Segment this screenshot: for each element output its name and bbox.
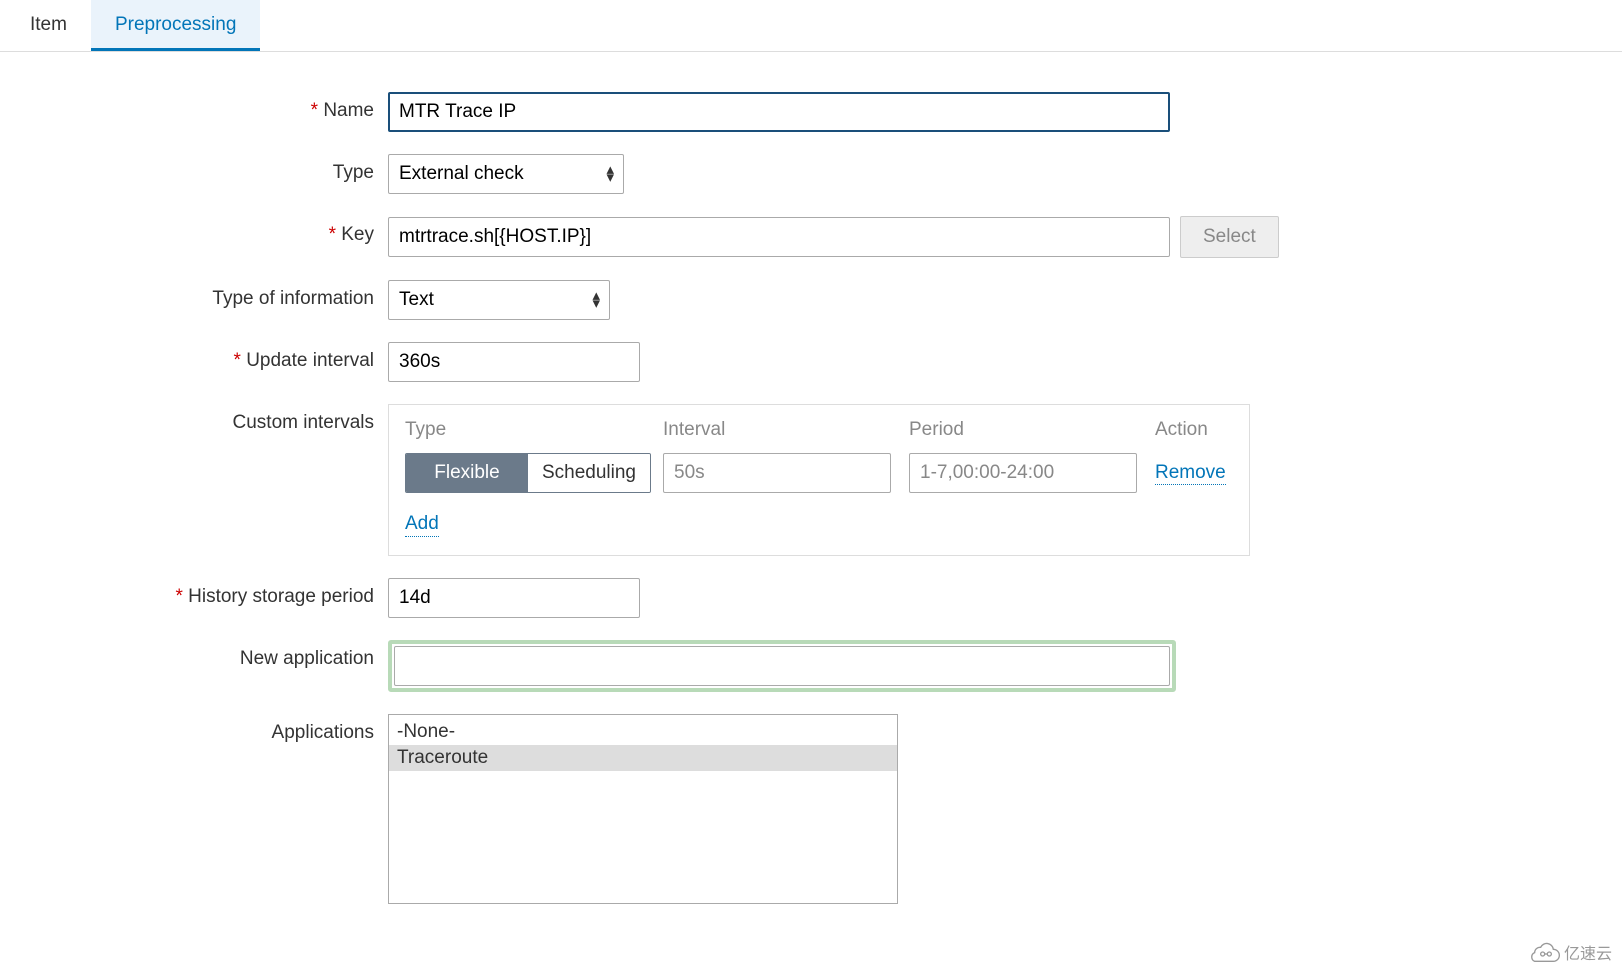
tab-preprocessing[interactable]: Preprocessing <box>91 0 260 51</box>
type-of-info-select[interactable]: ▴▾ <box>388 280 610 320</box>
watermark: 亿速云 <box>1528 940 1612 964</box>
history-input[interactable] <box>388 578 640 618</box>
label-type-of-info: Type of information <box>212 288 374 309</box>
app-option[interactable]: -None- <box>389 719 897 745</box>
type-select-value[interactable] <box>388 154 624 194</box>
label-applications: Applications <box>272 722 374 743</box>
name-input[interactable] <box>388 92 1170 132</box>
type-of-info-value[interactable] <box>388 280 610 320</box>
tab-item[interactable]: Item <box>6 0 91 51</box>
app-option[interactable]: Traceroute <box>389 745 897 771</box>
label-custom-intervals: Custom intervals <box>233 412 375 433</box>
tabs: Item Preprocessing <box>0 0 1622 52</box>
key-input[interactable] <box>388 217 1170 257</box>
ci-header-period: Period <box>909 419 1155 441</box>
new-app-highlight <box>388 640 1176 692</box>
item-form: Name Type ▴▾ Key Select Type of informat… <box>0 52 1622 904</box>
ci-row: Flexible Scheduling Remove <box>405 453 1233 493</box>
type-select[interactable]: ▴▾ <box>388 154 624 194</box>
new-app-input[interactable] <box>394 646 1170 686</box>
label-name: Name <box>311 100 374 121</box>
ci-add-link[interactable]: Add <box>405 513 439 537</box>
ci-period-input[interactable] <box>909 453 1137 493</box>
update-interval-input[interactable] <box>388 342 640 382</box>
custom-intervals-box: Type Interval Period Action Flexible Sch… <box>388 404 1250 556</box>
select-button: Select <box>1180 216 1279 258</box>
applications-list[interactable]: -None-Traceroute <box>388 714 898 904</box>
ci-type-segment[interactable]: Flexible Scheduling <box>405 453 651 493</box>
label-history: History storage period <box>175 586 374 607</box>
label-type: Type <box>333 162 374 183</box>
label-update-interval: Update interval <box>234 350 374 371</box>
cloud-icon <box>1528 942 1560 962</box>
ci-remove-link[interactable]: Remove <box>1155 462 1226 485</box>
seg-flexible[interactable]: Flexible <box>406 454 528 492</box>
ci-header-type: Type <box>405 419 663 441</box>
ci-interval-input[interactable] <box>663 453 891 493</box>
label-new-app: New application <box>240 648 374 669</box>
label-key: Key <box>329 224 374 245</box>
seg-scheduling[interactable]: Scheduling <box>528 454 650 492</box>
ci-header-interval: Interval <box>663 419 909 441</box>
ci-header-action: Action <box>1155 419 1233 441</box>
